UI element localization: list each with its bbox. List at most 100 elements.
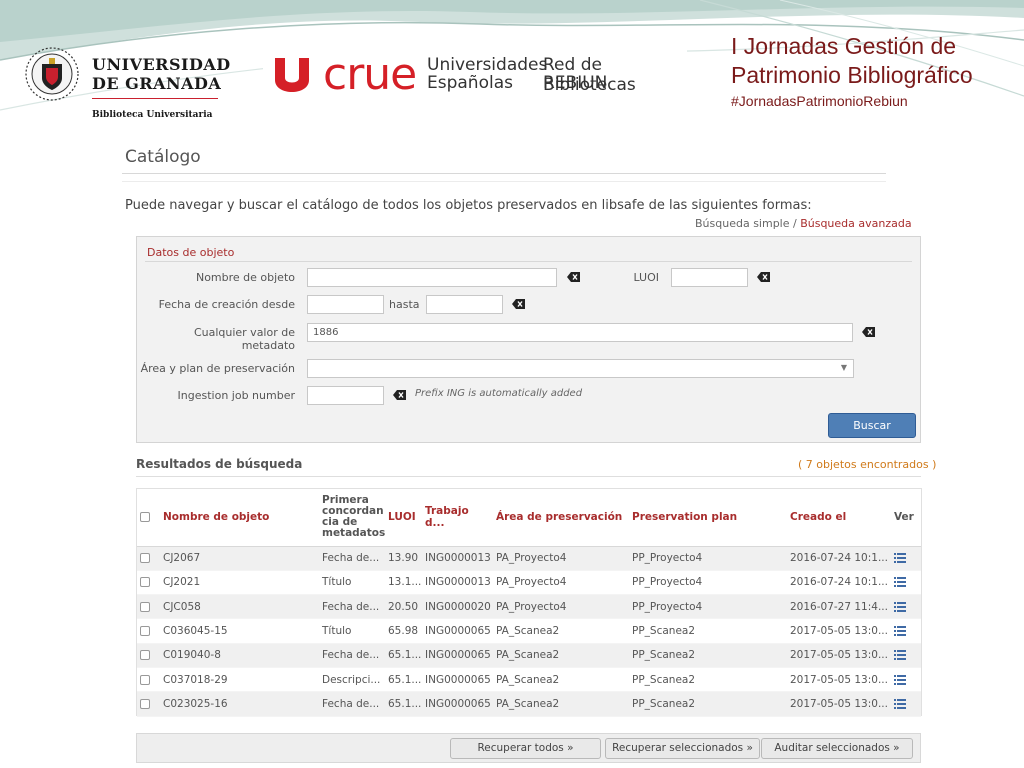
metadato-input[interactable] <box>307 323 853 342</box>
cell-area: PA_Scanea2 <box>493 643 629 668</box>
ingestion-input[interactable] <box>307 386 384 405</box>
ugr-divider <box>92 98 218 99</box>
row-select-cell <box>137 667 160 693</box>
cell-creado: 2016-07-24 10:1... <box>787 570 891 596</box>
fecha-hasta-input[interactable] <box>426 295 503 314</box>
list-view-icon[interactable] <box>894 626 906 637</box>
cell-ver <box>891 546 921 571</box>
col-plan[interactable]: Preservation plan <box>629 489 787 547</box>
crue-rebiun-logo: crue Universidades Españolas Red de Bibl… <box>263 46 687 104</box>
simple-search-link[interactable]: Búsqueda simple <box>695 217 790 230</box>
row-checkbox[interactable] <box>140 577 150 588</box>
list-view-icon[interactable] <box>894 577 906 588</box>
results-table-container: Nombre de objeto Primera concordan cia d… <box>136 488 922 717</box>
col-trabajo[interactable]: Trabajo d... <box>422 489 493 547</box>
clear-field-icon[interactable] <box>757 272 770 282</box>
col-primera[interactable]: Primera concordan cia de metadatos <box>319 489 386 547</box>
crue-text-line2: Españolas <box>427 73 513 93</box>
clear-field-icon[interactable] <box>862 327 875 337</box>
list-view-icon[interactable] <box>894 553 906 564</box>
row-select-cell <box>137 570 160 596</box>
results-divider <box>136 476 921 477</box>
cell-creado: 2017-05-05 13:0... <box>787 643 891 668</box>
title-divider <box>122 173 886 174</box>
rebiun-text-line2: REBIUN <box>543 73 608 93</box>
table-header-row: Nombre de objeto Primera concordan cia d… <box>137 489 921 547</box>
row-checkbox[interactable] <box>140 626 150 637</box>
cell-trabajo: ING0000020 <box>422 594 493 620</box>
select-all-checkbox[interactable] <box>140 512 150 523</box>
col-luoi[interactable]: LUOI <box>385 489 422 547</box>
list-view-icon[interactable] <box>894 601 906 612</box>
chevron-down-icon: ▼ <box>840 363 847 372</box>
cell-nombre: CJC058 <box>160 594 319 620</box>
nombre-input[interactable] <box>307 268 557 287</box>
results-count: ( 7 objetos encontrados ) <box>798 458 937 471</box>
col-area[interactable]: Área de preservación <box>493 489 629 547</box>
search-form-panel: Datos de objeto Nombre de objeto LUOI Fe… <box>136 236 921 443</box>
cell-nombre: C019040-8 <box>160 643 319 668</box>
title-divider-secondary <box>122 181 886 182</box>
crue-text-line1: Universidades <box>427 55 548 75</box>
cell-creado: 2017-05-05 13:0... <box>787 691 891 717</box>
luoi-label: LUOI <box>633 271 659 284</box>
advanced-search-link[interactable]: Búsqueda avanzada <box>800 217 911 230</box>
cell-nombre: C036045-15 <box>160 618 319 644</box>
cell-primera: Fecha de... <box>319 691 385 717</box>
cell-plan: PP_Scanea2 <box>629 643 787 668</box>
cell-ver <box>891 618 921 644</box>
ugr-subtitle: Biblioteca Universitaria <box>92 110 213 120</box>
ugr-name-line2: DE GRANADA <box>92 74 222 93</box>
cell-creado: 2017-05-05 13:0... <box>787 618 891 644</box>
table-row: C037018-29 Descripci... 65.1... ING00000… <box>137 667 921 693</box>
fecha-desde-label: Fecha de creación desde <box>158 298 295 311</box>
list-view-icon[interactable] <box>894 698 906 709</box>
table-row: CJ2021 Título 13.1... ING0000013 PA_Proy… <box>137 570 921 596</box>
luoi-input[interactable] <box>671 268 748 287</box>
page-title: Catálogo <box>125 147 201 167</box>
clear-field-icon[interactable] <box>512 299 525 309</box>
cell-plan: PP_Proyecto4 <box>629 546 787 571</box>
slide-title-line1: I Jornadas Gestión de <box>731 33 957 59</box>
recuperar-todos-button[interactable]: Recuperar todos » <box>450 738 601 759</box>
col-creado[interactable]: Creado el <box>787 489 891 547</box>
cell-plan: PP_Scanea2 <box>629 667 787 693</box>
clear-field-icon[interactable] <box>567 272 580 282</box>
table-row: CJ2067 Fecha de... 13.90 ING0000013 PA_P… <box>137 546 921 571</box>
row-select-cell <box>137 546 160 571</box>
recuperar-seleccionados-button[interactable]: Recuperar seleccionados » <box>605 738 760 759</box>
col-nombre[interactable]: Nombre de objeto <box>160 489 319 547</box>
row-select-cell <box>137 594 160 620</box>
fecha-desde-input[interactable] <box>307 295 384 314</box>
row-checkbox[interactable] <box>140 601 150 612</box>
cell-primera: Título <box>319 570 385 596</box>
cell-plan: PP_Scanea2 <box>629 691 787 717</box>
cell-primera: Fecha de... <box>319 546 385 571</box>
buscar-button[interactable]: Buscar <box>828 413 916 438</box>
cell-plan: PP_Proyecto4 <box>629 570 787 596</box>
cell-trabajo: ING0000065 <box>422 691 493 717</box>
col-primera-line4: metadatos <box>322 527 386 540</box>
list-view-icon[interactable] <box>894 674 906 685</box>
slide-title: I Jornadas Gestión de Patrimonio Bibliog… <box>731 32 973 90</box>
ugr-logo: UNIVERSIDAD DE GRANADA Biblioteca Univer… <box>24 44 230 124</box>
auditar-seleccionados-button[interactable]: Auditar seleccionados » <box>761 738 913 759</box>
table-row: C023025-16 Fecha de... 65.1... ING000006… <box>137 691 921 717</box>
list-view-icon[interactable] <box>894 650 906 661</box>
cell-nombre: C037018-29 <box>160 667 319 693</box>
row-checkbox[interactable] <box>140 650 150 661</box>
cell-luoi: 65.1... <box>385 643 422 668</box>
cell-primera: Fecha de... <box>319 594 385 620</box>
cell-luoi: 13.1... <box>385 570 422 596</box>
clear-field-icon[interactable] <box>393 390 406 400</box>
cell-luoi: 65.98 <box>385 618 422 644</box>
cell-primera: Fecha de... <box>319 643 385 668</box>
area-plan-select[interactable]: ▼ <box>307 359 854 378</box>
row-checkbox[interactable] <box>140 674 150 685</box>
row-checkbox[interactable] <box>140 553 150 564</box>
cell-area: PA_Scanea2 <box>493 667 629 693</box>
row-checkbox[interactable] <box>140 698 150 709</box>
cell-luoi: 13.90 <box>385 546 422 571</box>
cell-trabajo: ING0000065 <box>422 643 493 668</box>
cell-plan: PP_Proyecto4 <box>629 594 787 620</box>
